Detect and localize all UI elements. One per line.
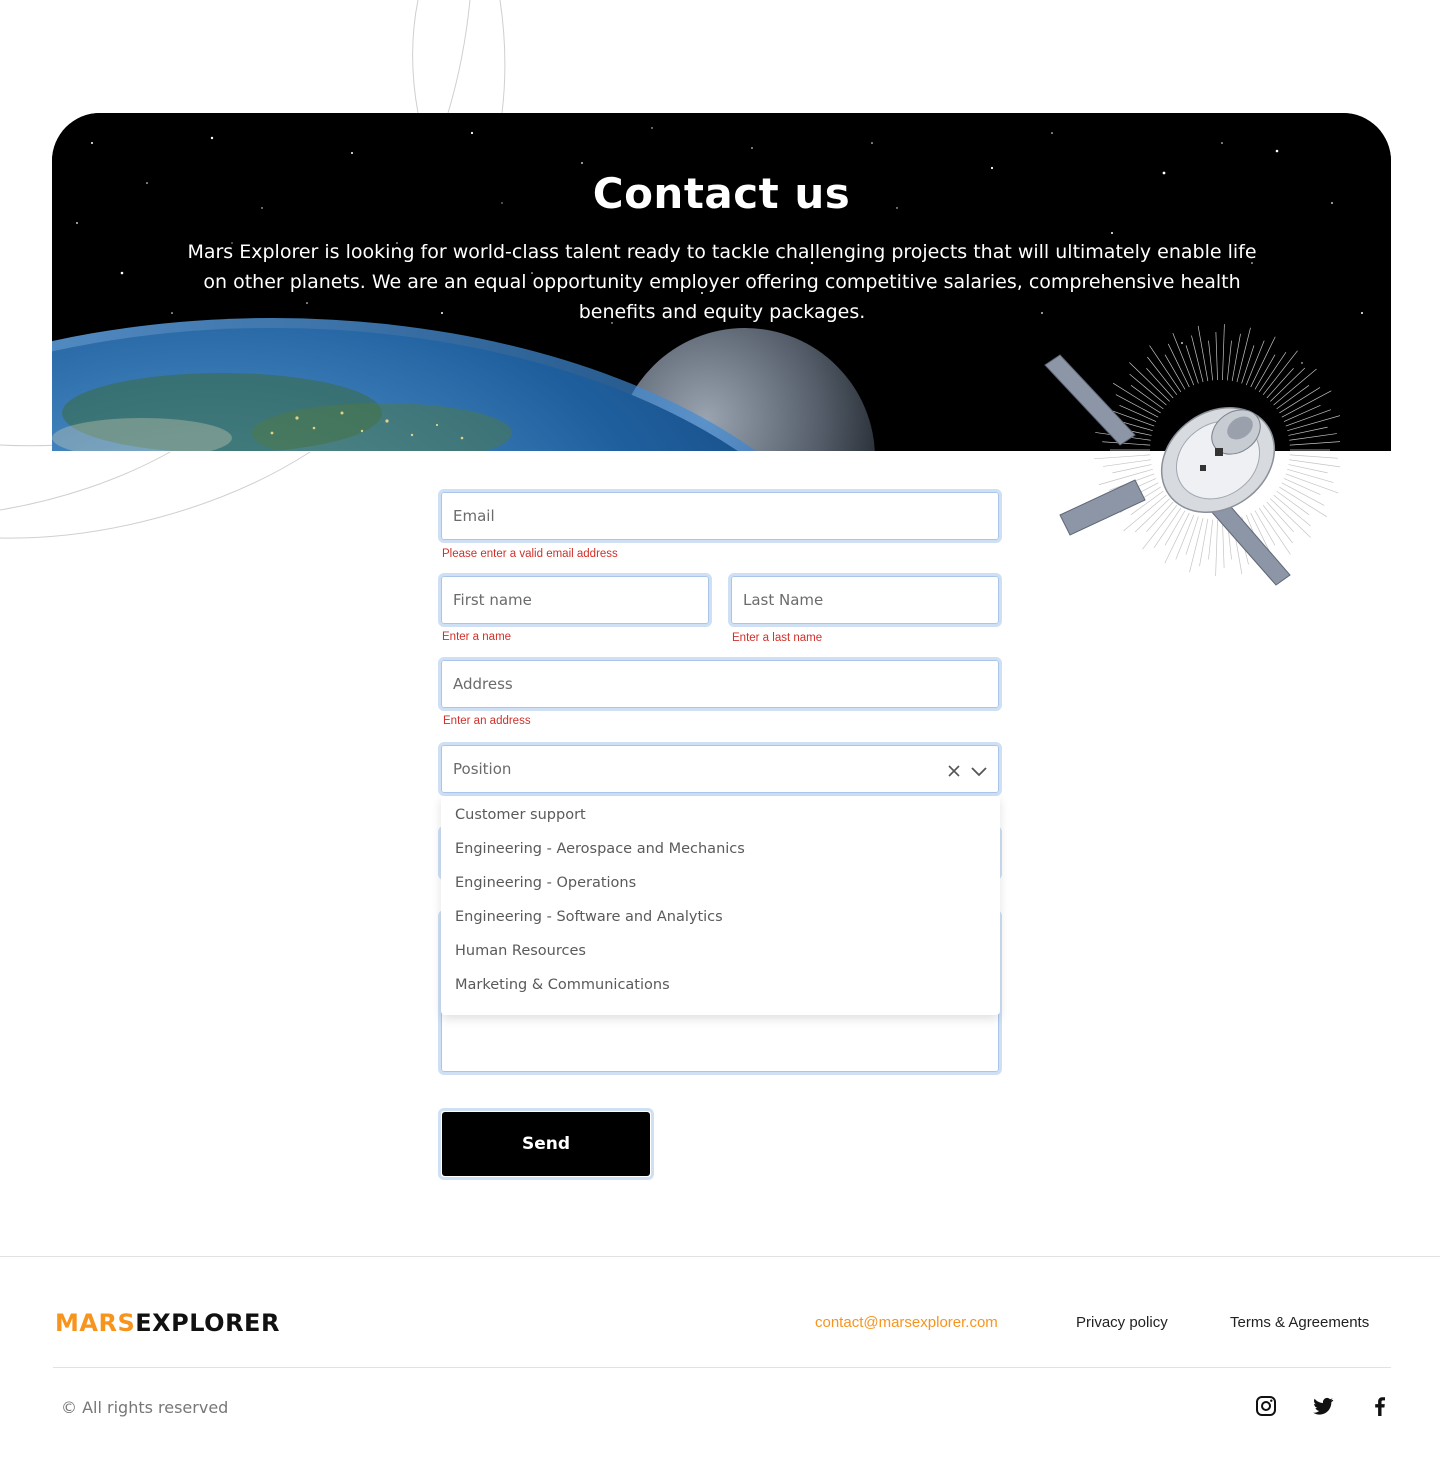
first-name-field[interactable]: First name [438, 573, 712, 627]
sunburst-ray [1287, 468, 1334, 483]
space-capsule-illustration: // placeholder; rays generated below by … [1044, 324, 1340, 586]
sunburst-ray [1236, 327, 1251, 383]
facebook-icon[interactable] [1368, 1394, 1392, 1418]
position-option[interactable]: Customer support [455, 807, 586, 823]
position-option[interactable]: Marketing & Communications [455, 977, 670, 993]
address-placeholder: Address [453, 675, 513, 693]
sunburst-ray [1226, 340, 1232, 381]
last-name-error: Enter a last name [732, 632, 823, 644]
instagram-icon[interactable] [1254, 1394, 1278, 1418]
sunburst-ray [1262, 350, 1298, 396]
sunburst-ray [1208, 340, 1214, 381]
position-option[interactable]: Human Resources [455, 943, 586, 959]
position-select[interactable]: Position [438, 742, 1002, 796]
page-title: Contact us [592, 169, 851, 218]
address-field[interactable]: Address [438, 657, 1002, 711]
sunburst-ray [1289, 441, 1340, 446]
sunburst-ray [1185, 345, 1199, 384]
twitter-icon[interactable] [1311, 1394, 1335, 1418]
sunburst-ray [1185, 516, 1199, 555]
sunburst-ray [1273, 368, 1317, 406]
sunburst-ray [1215, 332, 1218, 381]
solar-panel-upper-left [1044, 354, 1136, 446]
sunburst-ray [1153, 507, 1182, 549]
sunburst-ray [1147, 356, 1178, 396]
footer-divider-mid [53, 1367, 1391, 1368]
copyright-text: © All rights reserved [61, 1398, 229, 1417]
sunburst-ray [1142, 504, 1178, 550]
sunburst-ray [1102, 441, 1151, 446]
terms-link[interactable]: Terms & Agreements [1230, 1314, 1369, 1331]
last-name-field[interactable]: Last Name [728, 573, 1002, 627]
sunburst-ray [1270, 498, 1311, 538]
logo-explorer-text: EXPLORER [135, 1309, 280, 1337]
sunburst-ray [1241, 345, 1255, 384]
first-name-error: Enter a name [442, 631, 512, 643]
position-option[interactable]: Engineering - Software and Analytics [455, 909, 723, 925]
sunburst-ray [1129, 373, 1167, 406]
logo-mars-text: MARS [55, 1309, 136, 1337]
sunburst-ray [1197, 325, 1209, 382]
sunburst-ray [1289, 433, 1337, 441]
email-placeholder: Email [453, 507, 495, 525]
solar-panel-lower-right [1209, 499, 1291, 586]
sunburst-ray [1098, 468, 1153, 486]
sunburst-ray [1134, 498, 1170, 533]
position-dropdown-menu: Customer support Engineering - Aerospace… [441, 796, 1000, 1015]
chevron-down-icon[interactable] [971, 767, 987, 777]
footer-email-link[interactable]: contact@marsexplorer.com [815, 1314, 998, 1331]
sunburst-ray [1281, 390, 1332, 418]
sunburst-ray [1129, 362, 1170, 402]
sunburst-ray [1279, 486, 1328, 518]
marsexplorer-logo[interactable]: MARS EXPLORER [55, 1308, 280, 1338]
last-name-placeholder: Last Name [743, 591, 824, 609]
sunburst-ray [1285, 473, 1339, 494]
sunburst-ray [1189, 517, 1204, 573]
sunburst-ray [1149, 345, 1182, 393]
sunburst-ray [1103, 459, 1151, 467]
footer-divider-top [0, 1256, 1440, 1257]
sunburst-ray [1262, 504, 1293, 544]
send-button-label: Send [442, 1112, 650, 1176]
sunburst-ray [1112, 382, 1161, 414]
sunburst-ray [1208, 519, 1214, 560]
first-name-placeholder: First name [453, 591, 532, 609]
position-placeholder: Position [453, 760, 512, 778]
sunburst-ray [1289, 454, 1338, 459]
email-field[interactable]: Email [438, 489, 1002, 543]
sunburst-ray [1270, 367, 1306, 402]
sunburst-ray [1222, 324, 1225, 381]
sunburst-ray [1222, 519, 1225, 568]
sunburst-ray [1273, 494, 1311, 527]
privacy-policy-link[interactable]: Privacy policy [1076, 1314, 1168, 1331]
sunburst-ray [1258, 351, 1287, 393]
position-option[interactable]: Engineering - Aerospace and Mechanics [455, 841, 745, 857]
hero-description: Mars Explorer is looking for world-class… [187, 241, 1257, 323]
clear-icon[interactable] [948, 765, 960, 777]
sunburst-ray [1094, 454, 1151, 460]
send-button[interactable]: Send [438, 1108, 654, 1180]
address-error: Enter an address [443, 715, 531, 727]
email-error: Please enter a valid email address [442, 548, 618, 560]
sunburst-ray [1215, 519, 1218, 576]
solar-panel-lower-left [1059, 479, 1146, 536]
position-option[interactable]: Engineering - Operations [455, 875, 636, 891]
